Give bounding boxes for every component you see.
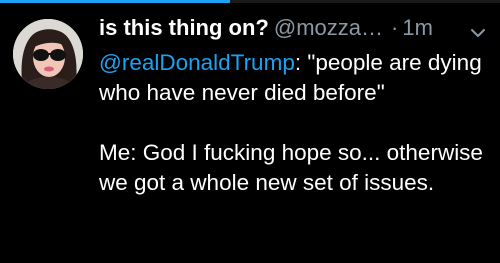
separator-dot: ·	[391, 15, 399, 40]
chevron-down-icon[interactable]	[469, 20, 487, 37]
tweet-header: is this thing on? @mozza… · 1m	[99, 14, 491, 42]
tweet-text: @realDonaldTrump: "people are dying who …	[99, 48, 491, 198]
loading-progress-bar	[0, 0, 500, 3]
loading-progress-fill	[0, 0, 230, 3]
tweet[interactable]: is this thing on? @mozza… · 1m @realDonaldT…	[99, 14, 491, 198]
timestamp[interactable]: 1m	[402, 15, 433, 40]
user-handle[interactable]: @mozza…	[274, 15, 383, 40]
display-name[interactable]: is this thing on?	[99, 15, 269, 40]
mention-link[interactable]: @realDonaldTrump	[99, 50, 295, 75]
tweet-paragraph-2: Me: God I fucking hope so... otherwise w…	[99, 140, 483, 195]
avatar[interactable]	[13, 19, 83, 89]
avatar-photo	[13, 19, 83, 89]
tweet-paragraph-1: @realDonaldTrump: "people are dying who …	[99, 48, 491, 108]
